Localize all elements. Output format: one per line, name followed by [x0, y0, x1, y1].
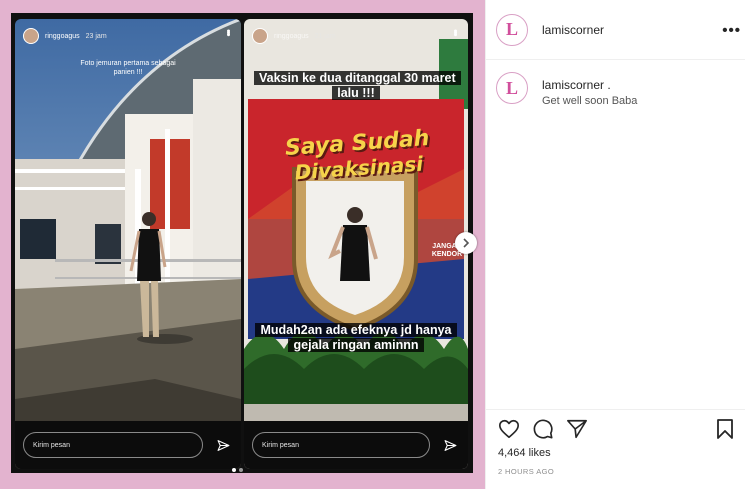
- story-left-header: ringgoagus 23 jam •••: [15, 19, 241, 53]
- story-left-caption: Foto jemuran pertama sebagai panien !!!: [15, 59, 241, 77]
- story-left-avatar[interactable]: [23, 28, 39, 44]
- story-right-reply-input[interactable]: Kirim pesan: [252, 432, 430, 458]
- comment-icon[interactable]: [532, 418, 554, 440]
- post-side-panel: L lamiscorner ••• L lamiscorner . Get we…: [485, 0, 745, 489]
- story-right: ringgoagus 21 jam ••• Vaksin ke dua dita…: [244, 19, 468, 469]
- carousel-dot-1: [232, 468, 236, 472]
- story-right-top-text-content: Vaksin ke dua ditanggal 30 maret lalu !!…: [254, 71, 461, 100]
- story-left-reply-bar: Kirim pesan: [15, 421, 241, 469]
- story-right-header: ringgoagus 21 jam •••: [244, 19, 468, 53]
- instagram-post-view: ringgoagus 23 jam ••• Foto jemuran perta…: [0, 0, 745, 489]
- more-options-icon[interactable]: •••: [722, 22, 741, 39]
- actions-divider: [486, 409, 745, 410]
- carousel-dot-2: [239, 468, 243, 472]
- comment-author[interactable]: lamiscorner .: [542, 78, 637, 92]
- post-header: L lamiscorner •••: [486, 0, 745, 60]
- story-left-more-icon[interactable]: •••: [222, 29, 234, 35]
- likes-count[interactable]: 4,464 likes: [498, 447, 551, 459]
- carousel-indicator: [232, 468, 243, 472]
- story-collage: ringgoagus 23 jam ••• Foto jemuran perta…: [11, 13, 473, 473]
- story-right-avatar[interactable]: [252, 28, 268, 44]
- story-right-time: 21 jam: [314, 32, 336, 40]
- heart-icon[interactable]: [498, 418, 520, 440]
- story-right-username[interactable]: ringgoagus: [274, 33, 309, 40]
- story-left-caption-text: Foto jemuran pertama sebagai panien !!!: [80, 60, 176, 76]
- story-right-more-icon[interactable]: •••: [449, 29, 461, 35]
- story-right-reply-bar: Kirim pesan: [244, 421, 468, 469]
- post-time: 2 HOURS AGO: [498, 467, 555, 476]
- story-left-reply-input[interactable]: Kirim pesan: [23, 432, 203, 458]
- caption-comment: L lamiscorner . Get well soon Baba: [496, 72, 637, 107]
- story-left: ringgoagus 23 jam ••• Foto jemuran perta…: [15, 19, 241, 469]
- bookmark-icon[interactable]: [715, 418, 735, 440]
- story-right-send-icon[interactable]: [440, 435, 460, 455]
- story-photo-building: [15, 19, 241, 469]
- story-left-time: 23 jam: [85, 32, 107, 40]
- story-left-send-icon[interactable]: [213, 435, 233, 455]
- story-right-bottom-text-content: Mudah2an ada efeknya jd hanya gejala rin…: [255, 323, 457, 352]
- story-right-top-text: Vaksin ke dua ditanggal 30 maret lalu !!…: [254, 71, 461, 101]
- account-avatar[interactable]: L: [496, 13, 528, 46]
- comment-avatar[interactable]: L: [496, 72, 528, 104]
- next-slide-button[interactable]: [455, 232, 477, 254]
- comment-body: lamiscorner . Get well soon Baba: [542, 72, 637, 107]
- post-media: ringgoagus 23 jam ••• Foto jemuran perta…: [0, 0, 485, 489]
- action-bar: [498, 418, 588, 440]
- story-right-bottom-text: Mudah2an ada efeknya jd hanya gejala rin…: [254, 323, 458, 353]
- account-name[interactable]: lamiscorner: [542, 23, 604, 37]
- share-icon[interactable]: [566, 418, 588, 440]
- comment-text: Get well soon Baba: [542, 95, 638, 107]
- chevron-right-icon: [463, 238, 470, 248]
- story-left-username[interactable]: ringgoagus: [45, 33, 80, 40]
